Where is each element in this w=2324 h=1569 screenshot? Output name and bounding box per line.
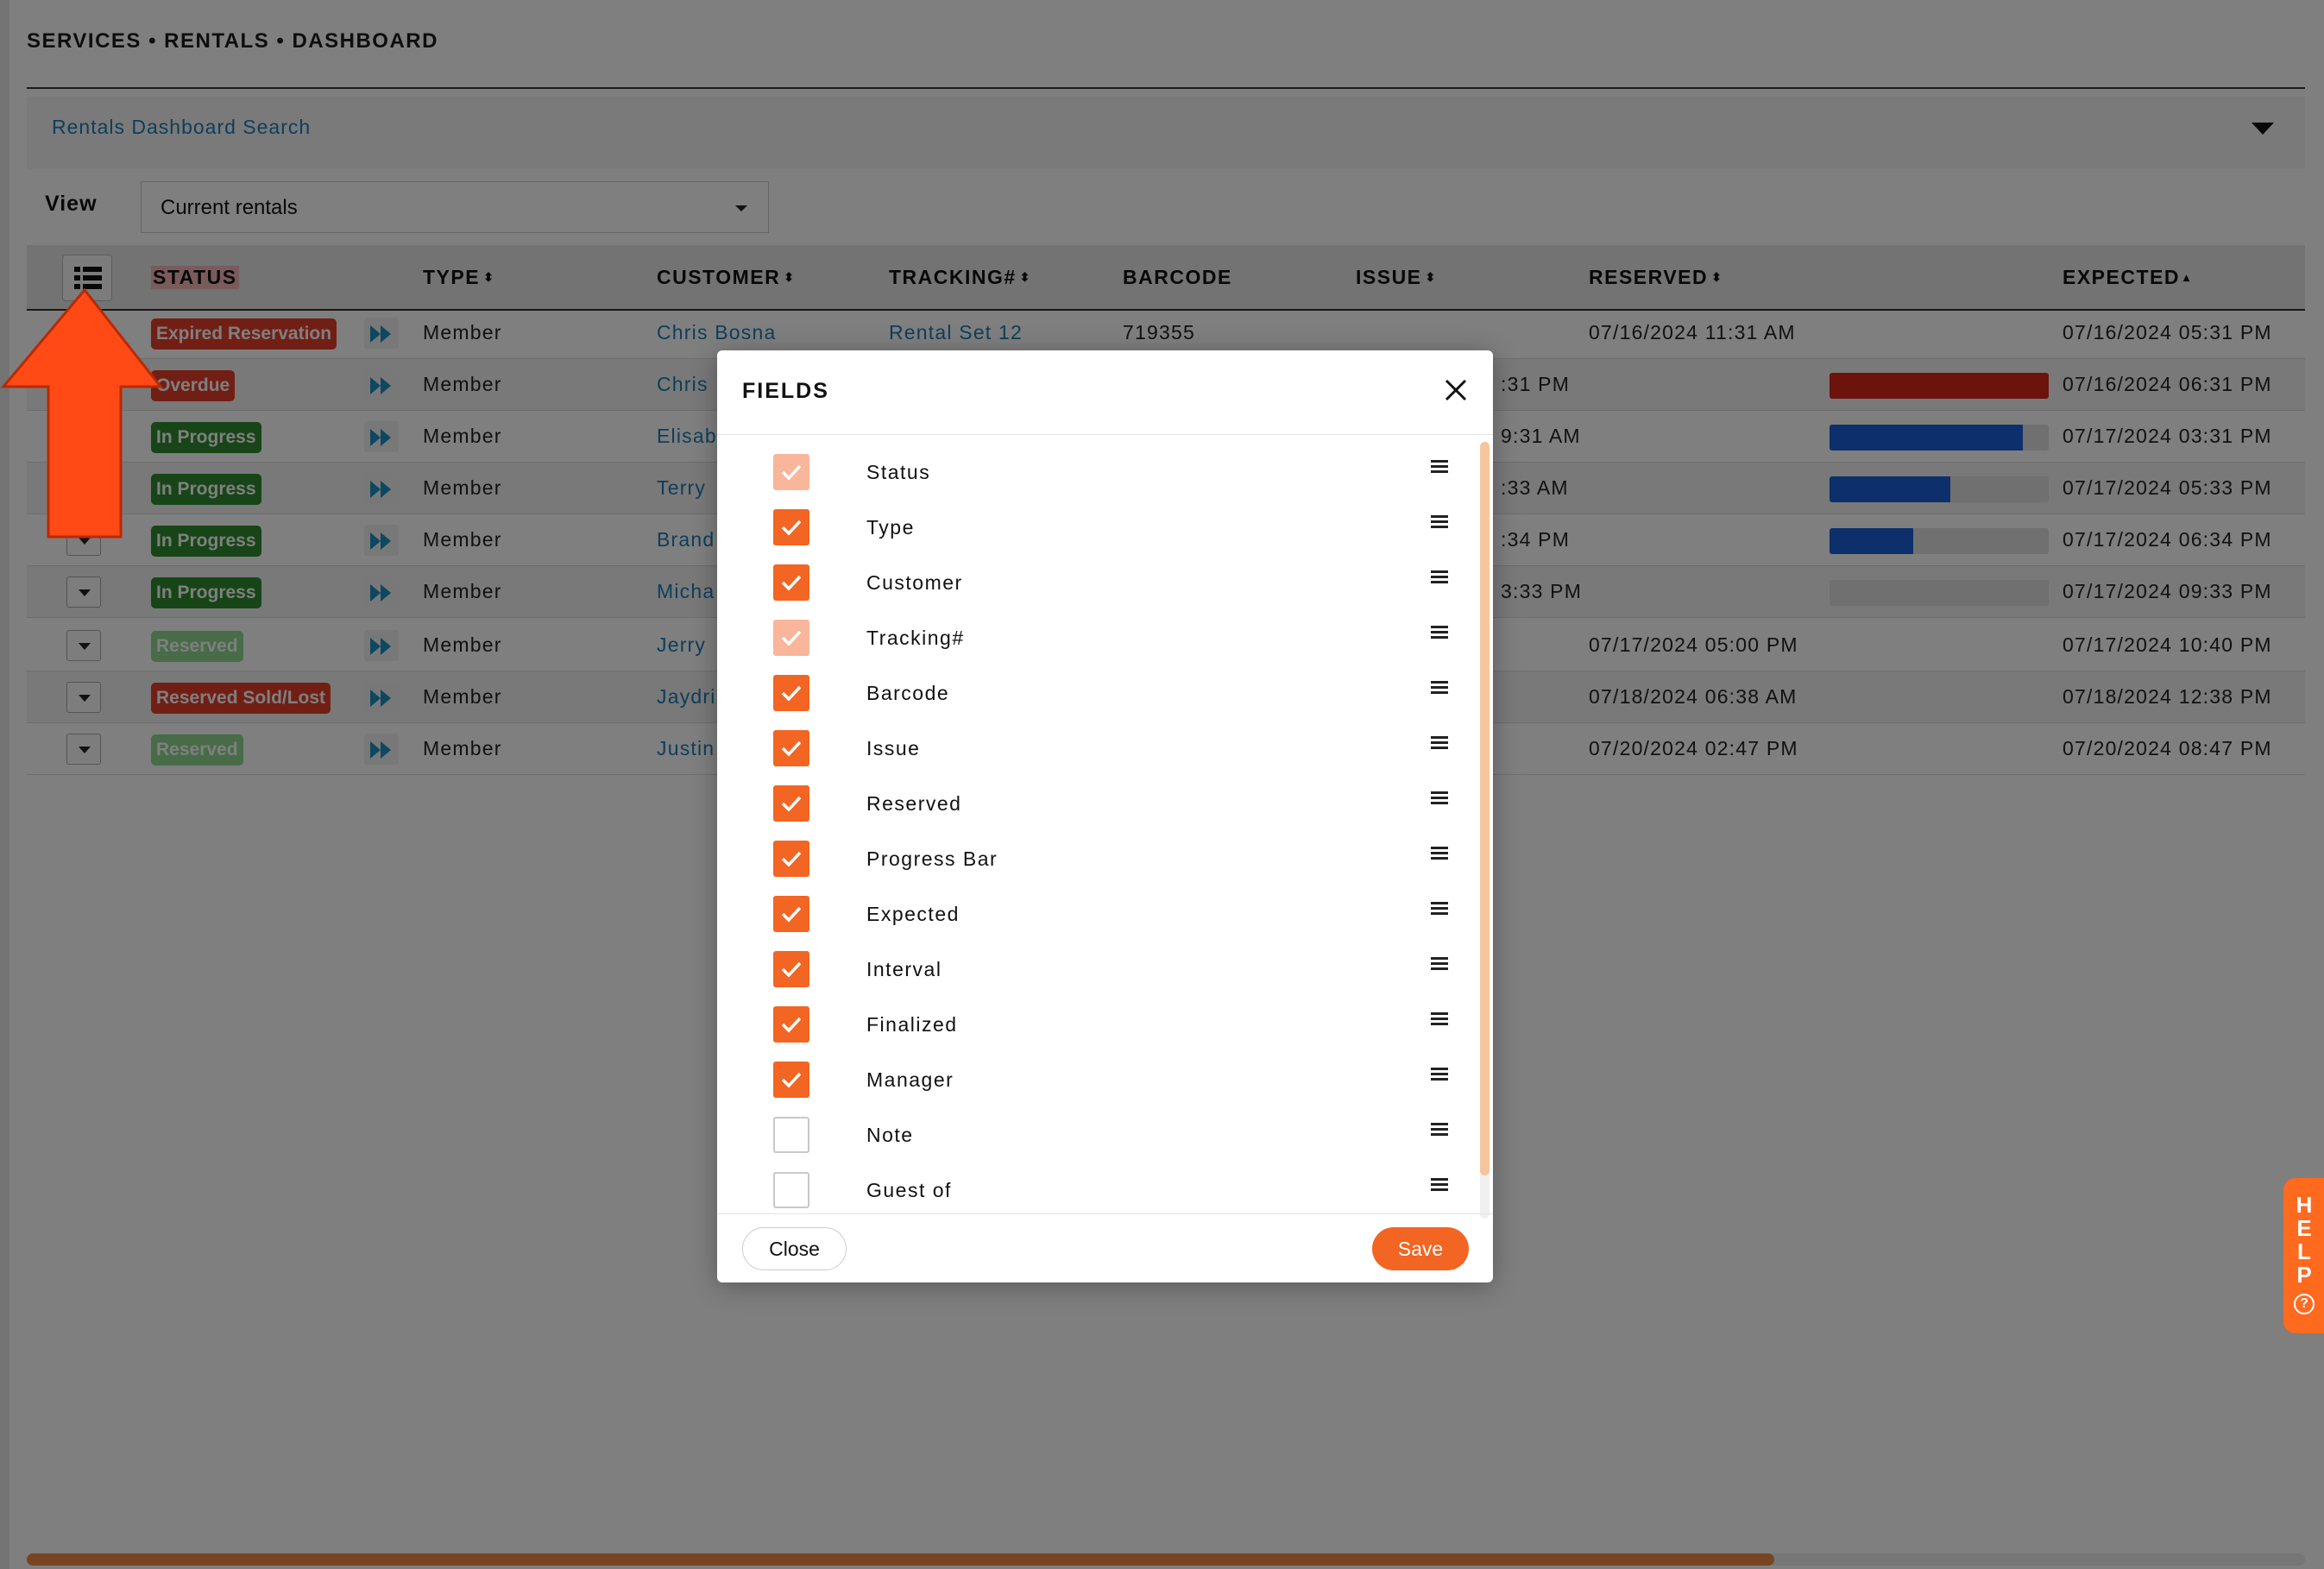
field-label: Status (866, 461, 931, 483)
field-checkbox[interactable] (773, 675, 809, 711)
field-checkbox[interactable] (773, 1006, 809, 1043)
field-row[interactable]: Issue (717, 719, 1477, 774)
field-label: Expected (866, 903, 960, 925)
field-row[interactable]: Progress Bar (717, 829, 1477, 885)
check-icon (781, 1017, 802, 1033)
check-icon (781, 740, 802, 757)
question-icon: ? (2294, 1294, 2315, 1314)
drag-handle-icon[interactable] (1431, 736, 1448, 750)
field-label: Guest of (866, 1179, 952, 1201)
check-icon (781, 851, 802, 867)
check-icon (781, 630, 802, 646)
scrollbar-thumb[interactable] (1480, 442, 1490, 1175)
field-label: Type (866, 516, 915, 539)
field-row[interactable]: Note (717, 1106, 1477, 1161)
field-checkbox[interactable] (773, 841, 809, 877)
help-tab[interactable]: HELP ? (2283, 1178, 2324, 1333)
check-icon (781, 1072, 802, 1088)
field-checkbox[interactable] (773, 785, 809, 822)
field-label: Progress Bar (866, 848, 998, 870)
field-checkbox[interactable] (773, 951, 809, 987)
field-row[interactable]: Interval (717, 940, 1477, 995)
field-row[interactable]: Finalized (717, 995, 1477, 1050)
divider (717, 434, 1493, 435)
help-letter: P (2296, 1262, 2312, 1288)
field-checkbox (773, 620, 809, 656)
field-label: Customer (866, 571, 963, 594)
drag-handle-icon[interactable] (1431, 460, 1448, 474)
drag-handle-icon[interactable] (1431, 1012, 1448, 1026)
field-label: Manager (866, 1068, 954, 1091)
check-icon (781, 464, 802, 481)
field-label: Tracking# (866, 627, 965, 649)
field-checkbox[interactable] (773, 1117, 809, 1153)
check-icon (781, 906, 802, 923)
field-row[interactable]: Customer (717, 553, 1477, 608)
field-checkbox[interactable] (773, 896, 809, 932)
fields-modal: FIELDS Status Type Customer Tracking# Barcod… (717, 350, 1493, 1282)
close-button[interactable]: Close (742, 1227, 847, 1270)
drag-handle-icon[interactable] (1431, 791, 1448, 805)
field-label: Barcode (866, 682, 950, 704)
help-letter: E (2296, 1215, 2312, 1241)
drag-handle-icon[interactable] (1431, 570, 1448, 584)
drag-handle-icon[interactable] (1431, 847, 1448, 860)
field-checkbox[interactable] (773, 509, 809, 545)
drag-handle-icon[interactable] (1431, 681, 1448, 695)
help-letter: H (2296, 1192, 2313, 1218)
field-row[interactable]: Manager (717, 1050, 1477, 1106)
field-label: Interval (866, 958, 942, 980)
field-row[interactable]: Guest of (717, 1161, 1477, 1216)
field-checkbox[interactable] (773, 730, 809, 766)
check-icon (781, 796, 802, 812)
field-row[interactable]: Reserved (717, 774, 1477, 829)
save-button[interactable]: Save (1372, 1227, 1469, 1270)
field-row[interactable]: Tracking# (717, 608, 1477, 664)
check-icon (781, 575, 802, 591)
drag-handle-icon[interactable] (1431, 1178, 1448, 1192)
modal-scrollbar[interactable] (1480, 442, 1490, 1219)
drag-handle-icon[interactable] (1431, 957, 1448, 971)
field-checkbox[interactable] (773, 1062, 809, 1098)
field-label: Issue (866, 737, 921, 759)
divider (717, 1213, 1493, 1214)
drag-handle-icon[interactable] (1431, 626, 1448, 640)
check-icon (781, 520, 802, 536)
field-row[interactable]: Type (717, 498, 1477, 553)
pointer-arrow-icon (0, 287, 164, 539)
help-label: HELP (2295, 1194, 2314, 1287)
field-checkbox[interactable] (773, 564, 809, 601)
field-label: Finalized (866, 1013, 958, 1036)
check-icon (781, 961, 802, 978)
drag-handle-icon[interactable] (1431, 1123, 1448, 1137)
modal-title: FIELDS (742, 379, 829, 403)
drag-handle-icon[interactable] (1431, 1068, 1448, 1081)
field-row[interactable]: Barcode (717, 664, 1477, 719)
field-checkbox[interactable] (773, 1172, 809, 1208)
help-letter: L (2297, 1238, 2311, 1264)
field-label: Reserved (866, 792, 962, 815)
field-row[interactable]: Expected (717, 885, 1477, 940)
check-icon (781, 685, 802, 702)
field-list: Status Type Customer Tracking# Barcode Issue R… (717, 436, 1493, 1217)
drag-handle-icon[interactable] (1431, 515, 1448, 529)
field-label: Note (866, 1124, 914, 1146)
close-icon[interactable] (1443, 377, 1469, 403)
field-row[interactable]: Status (717, 443, 1477, 498)
field-checkbox (773, 454, 809, 490)
drag-handle-icon[interactable] (1431, 902, 1448, 916)
